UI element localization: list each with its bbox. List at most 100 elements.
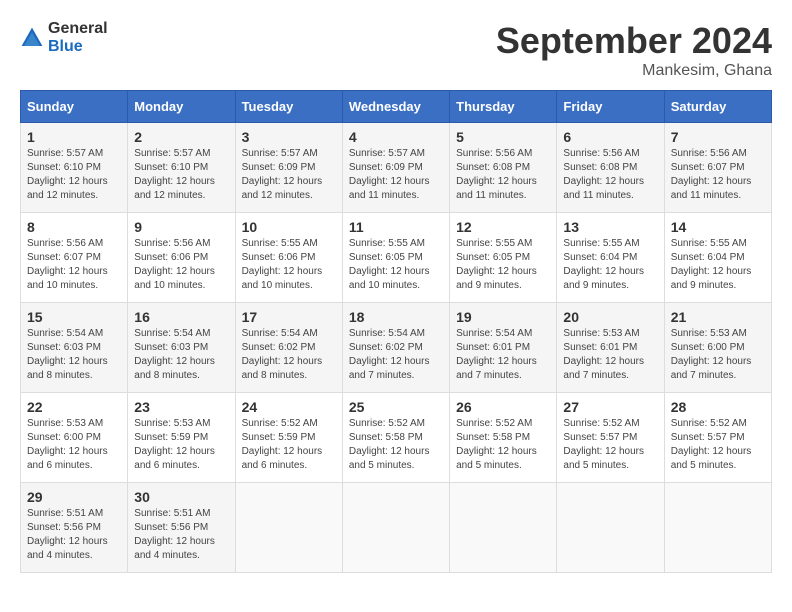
- day-info: Sunrise: 5:56 AMSunset: 6:06 PMDaylight:…: [134, 238, 215, 291]
- day-number: 30: [134, 489, 228, 505]
- calendar-cell: 5 Sunrise: 5:56 AMSunset: 6:08 PMDaylight…: [450, 123, 557, 213]
- day-number: 4: [349, 129, 443, 145]
- day-number: 12: [456, 219, 550, 235]
- day-number: 21: [671, 309, 765, 325]
- week-row-3: 15 Sunrise: 5:54 AMSunset: 6:03 PMDayligh…: [21, 303, 772, 393]
- calendar-cell: 7Sunrise: 5:56 AMSunset: 6:07 PMDaylight…: [664, 123, 771, 213]
- day-info: Sunrise: 5:54 AMSunset: 6:02 PMDaylight:…: [349, 328, 430, 381]
- day-info: Sunrise: 5:57 AMSunset: 6:10 PMDaylight:…: [27, 148, 108, 201]
- day-info: Sunrise: 5:56 AMSunset: 6:08 PMDaylight:…: [563, 148, 644, 201]
- calendar-cell: [342, 483, 449, 573]
- day-number: 17: [242, 309, 336, 325]
- calendar-cell: 10Sunrise: 5:55 AMSunset: 6:06 PMDayligh…: [235, 213, 342, 303]
- day-info: Sunrise: 5:55 AMSunset: 6:04 PMDaylight:…: [563, 238, 644, 291]
- header-day-friday: Friday: [557, 91, 664, 123]
- calendar-cell: 3 Sunrise: 5:57 AMSunset: 6:09 PMDaylight…: [235, 123, 342, 213]
- day-info: Sunrise: 5:54 AMSunset: 6:03 PMDaylight:…: [134, 328, 215, 381]
- day-info: Sunrise: 5:54 AMSunset: 6:02 PMDaylight:…: [242, 328, 323, 381]
- day-number: 3: [242, 129, 336, 145]
- day-info: Sunrise: 5:53 AMSunset: 6:00 PMDaylight:…: [671, 328, 752, 381]
- header-row: SundayMondayTuesdayWednesdayThursdayFrid…: [21, 91, 772, 123]
- day-info: Sunrise: 5:52 AMSunset: 5:58 PMDaylight:…: [456, 418, 537, 471]
- header-day-tuesday: Tuesday: [235, 91, 342, 123]
- calendar-cell: [557, 483, 664, 573]
- calendar-cell: 15 Sunrise: 5:54 AMSunset: 6:03 PMDayligh…: [21, 303, 128, 393]
- calendar-cell: 28Sunrise: 5:52 AMSunset: 5:57 PMDayligh…: [664, 393, 771, 483]
- day-info: Sunrise: 5:51 AMSunset: 5:56 PMDaylight:…: [134, 508, 215, 561]
- calendar-cell: [450, 483, 557, 573]
- title-area: September 2024 Mankesim, Ghana: [496, 20, 772, 80]
- week-row-5: 29Sunrise: 5:51 AMSunset: 5:56 PMDayligh…: [21, 483, 772, 573]
- week-row-4: 22 Sunrise: 5:53 AMSunset: 6:00 PMDayligh…: [21, 393, 772, 483]
- day-info: Sunrise: 5:56 AMSunset: 6:08 PMDaylight:…: [456, 148, 537, 201]
- day-number: 25: [349, 399, 443, 415]
- week-row-1: 1 Sunrise: 5:57 AMSunset: 6:10 PMDaylight…: [21, 123, 772, 213]
- calendar-cell: 11Sunrise: 5:55 AMSunset: 6:05 PMDayligh…: [342, 213, 449, 303]
- day-number: 9: [134, 219, 228, 235]
- month-title: September 2024: [496, 20, 772, 62]
- calendar-cell: 18 Sunrise: 5:54 AMSunset: 6:02 PMDayligh…: [342, 303, 449, 393]
- calendar-cell: 27Sunrise: 5:52 AMSunset: 5:57 PMDayligh…: [557, 393, 664, 483]
- day-info: Sunrise: 5:52 AMSunset: 5:57 PMDaylight:…: [671, 418, 752, 471]
- location-subtitle: Mankesim, Ghana: [496, 62, 772, 80]
- day-info: Sunrise: 5:52 AMSunset: 5:58 PMDaylight:…: [349, 418, 430, 471]
- calendar-cell: 21 Sunrise: 5:53 AMSunset: 6:00 PMDayligh…: [664, 303, 771, 393]
- day-number: 19: [456, 309, 550, 325]
- day-number: 6: [563, 129, 657, 145]
- header-day-monday: Monday: [128, 91, 235, 123]
- calendar-cell: 22 Sunrise: 5:53 AMSunset: 6:00 PMDayligh…: [21, 393, 128, 483]
- day-number: 11: [349, 219, 443, 235]
- day-info: Sunrise: 5:57 AMSunset: 6:10 PMDaylight:…: [134, 148, 215, 201]
- day-number: 15: [27, 309, 121, 325]
- calendar-cell: 14 Sunrise: 5:55 AMSunset: 6:04 PMDayligh…: [664, 213, 771, 303]
- header-day-thursday: Thursday: [450, 91, 557, 123]
- header-day-wednesday: Wednesday: [342, 91, 449, 123]
- day-number: 13: [563, 219, 657, 235]
- calendar-cell: 1 Sunrise: 5:57 AMSunset: 6:10 PMDaylight…: [21, 123, 128, 213]
- day-info: Sunrise: 5:56 AMSunset: 6:07 PMDaylight:…: [27, 238, 108, 291]
- calendar-cell: 23Sunrise: 5:53 AMSunset: 5:59 PMDayligh…: [128, 393, 235, 483]
- calendar-cell: 2 Sunrise: 5:57 AMSunset: 6:10 PMDaylight…: [128, 123, 235, 213]
- day-info: Sunrise: 5:55 AMSunset: 6:06 PMDaylight:…: [242, 238, 323, 291]
- header-day-saturday: Saturday: [664, 91, 771, 123]
- day-info: Sunrise: 5:55 AMSunset: 6:04 PMDaylight:…: [671, 238, 752, 291]
- calendar-cell: 17 Sunrise: 5:54 AMSunset: 6:02 PMDayligh…: [235, 303, 342, 393]
- calendar-cell: [664, 483, 771, 573]
- calendar-cell: [235, 483, 342, 573]
- day-info: Sunrise: 5:55 AMSunset: 6:05 PMDaylight:…: [456, 238, 537, 291]
- calendar-cell: 16 Sunrise: 5:54 AMSunset: 6:03 PMDayligh…: [128, 303, 235, 393]
- day-number: 20: [563, 309, 657, 325]
- calendar-cell: 9 Sunrise: 5:56 AMSunset: 6:06 PMDaylight…: [128, 213, 235, 303]
- day-info: Sunrise: 5:53 AMSunset: 5:59 PMDaylight:…: [134, 418, 215, 471]
- week-row-2: 8 Sunrise: 5:56 AMSunset: 6:07 PMDaylight…: [21, 213, 772, 303]
- logo-general: General: [48, 20, 108, 38]
- calendar-cell: 20 Sunrise: 5:53 AMSunset: 6:01 PMDayligh…: [557, 303, 664, 393]
- logo-icon: [20, 26, 44, 50]
- day-number: 14: [671, 219, 765, 235]
- day-number: 22: [27, 399, 121, 415]
- day-number: 18: [349, 309, 443, 325]
- day-info: Sunrise: 5:57 AMSunset: 6:09 PMDaylight:…: [242, 148, 323, 201]
- calendar-cell: 30 Sunrise: 5:51 AMSunset: 5:56 PMDayligh…: [128, 483, 235, 573]
- calendar-cell: 24Sunrise: 5:52 AMSunset: 5:59 PMDayligh…: [235, 393, 342, 483]
- calendar-cell: 8 Sunrise: 5:56 AMSunset: 6:07 PMDaylight…: [21, 213, 128, 303]
- day-number: 2: [134, 129, 228, 145]
- calendar-cell: 12 Sunrise: 5:55 AMSunset: 6:05 PMDayligh…: [450, 213, 557, 303]
- day-info: Sunrise: 5:51 AMSunset: 5:56 PMDaylight:…: [27, 508, 108, 561]
- day-info: Sunrise: 5:53 AMSunset: 6:01 PMDaylight:…: [563, 328, 644, 381]
- calendar-table: SundayMondayTuesdayWednesdayThursdayFrid…: [20, 90, 772, 573]
- header-day-sunday: Sunday: [21, 91, 128, 123]
- day-info: Sunrise: 5:54 AMSunset: 6:01 PMDaylight:…: [456, 328, 537, 381]
- day-number: 8: [27, 219, 121, 235]
- calendar-cell: 13 Sunrise: 5:55 AMSunset: 6:04 PMDayligh…: [557, 213, 664, 303]
- day-number: 16: [134, 309, 228, 325]
- day-info: Sunrise: 5:53 AMSunset: 6:00 PMDaylight:…: [27, 418, 108, 471]
- day-info: Sunrise: 5:54 AMSunset: 6:03 PMDaylight:…: [27, 328, 108, 381]
- day-number: 1: [27, 129, 121, 145]
- day-info: Sunrise: 5:52 AMSunset: 5:57 PMDaylight:…: [563, 418, 644, 471]
- day-number: 24: [242, 399, 336, 415]
- logo-text: General Blue: [48, 20, 108, 55]
- day-info: Sunrise: 5:56 AMSunset: 6:07 PMDaylight:…: [671, 148, 752, 201]
- day-number: 5: [456, 129, 550, 145]
- calendar-cell: 4Sunrise: 5:57 AMSunset: 6:09 PMDaylight…: [342, 123, 449, 213]
